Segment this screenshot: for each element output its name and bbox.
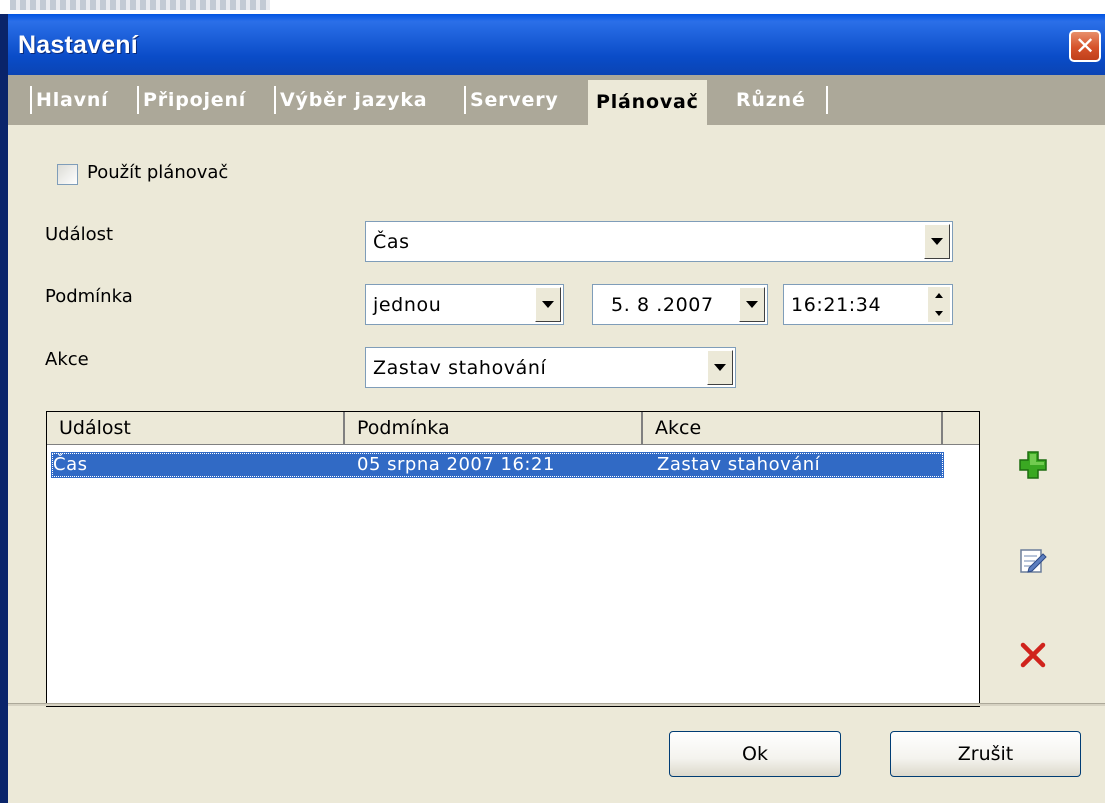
column-header-event[interactable]: Událost (47, 412, 345, 445)
use-scheduler-label: Použít plánovač (87, 162, 229, 183)
column-header-action[interactable]: Akce (643, 412, 943, 445)
close-icon: ✕ (1074, 32, 1096, 60)
tab-separator (274, 86, 276, 114)
row-event: Čas (53, 454, 88, 475)
chevron-down-icon[interactable] (739, 287, 765, 322)
event-label: Událost (45, 224, 114, 245)
column-header-condition[interactable]: Podmínka (345, 412, 643, 445)
spinner-arrows[interactable] (928, 287, 950, 322)
settings-dialog: Nastavení ✕ Hlavní Připojení Výběr jazyk… (0, 14, 1105, 803)
action-label: Akce (45, 349, 89, 370)
time-spinner[interactable]: 16:21:34 (783, 284, 953, 325)
tab-separator (464, 86, 466, 114)
action-select-value: Zastav stahování (373, 356, 547, 379)
background-text-remnant (10, 0, 270, 10)
tab-hlavni[interactable]: Hlavní (36, 83, 108, 118)
table-row[interactable]: Čas 05 srpna 2007 16:21 Zastav stahování (51, 452, 944, 478)
tab-strip: Hlavní Připojení Výběr jazyka Servery Pl… (8, 75, 1105, 125)
column-header-filler (943, 412, 979, 445)
action-select[interactable]: Zastav stahování (365, 347, 736, 388)
delete-icon[interactable] (1015, 637, 1051, 673)
row-condition: 05 srpna 2007 16:21 (357, 454, 555, 475)
use-scheduler-checkbox[interactable] (57, 164, 78, 185)
tab-pripojeni[interactable]: Připojení (143, 83, 246, 118)
schedule-table[interactable]: Událost Podmínka Akce Čas 05 srpna 2007 … (46, 411, 980, 707)
tab-vyber-jazyka[interactable]: Výběr jazyka (280, 83, 427, 118)
edit-icon[interactable] (1015, 542, 1051, 578)
date-picker[interactable]: 5. 8 .2007 (592, 284, 768, 325)
ok-button[interactable]: Ok (669, 731, 841, 777)
window-title: Nastavení (18, 31, 138, 59)
tab-planovac[interactable]: Plánovač (588, 80, 707, 125)
event-select-value: Čas (373, 230, 410, 253)
time-spinner-value: 16:21:34 (791, 293, 882, 316)
chevron-down-icon[interactable] (535, 287, 561, 322)
tab-separator (137, 86, 139, 114)
chevron-down-icon[interactable] (707, 350, 733, 385)
tab-ruzne[interactable]: Různé (736, 83, 806, 118)
tab-servery[interactable]: Servery (470, 83, 559, 118)
arrow-up-icon[interactable] (928, 287, 950, 305)
row-action: Zastav stahování (657, 454, 821, 475)
title-bar[interactable]: Nastavení ✕ (8, 14, 1105, 75)
tab-separator (826, 86, 828, 114)
add-icon[interactable] (1015, 447, 1051, 483)
chevron-down-icon[interactable] (924, 224, 950, 259)
close-button[interactable]: ✕ (1069, 30, 1101, 62)
tab-separator (30, 86, 32, 114)
arrow-down-icon[interactable] (928, 305, 950, 323)
event-select[interactable]: Čas (365, 221, 953, 262)
condition-label: Podmínka (45, 286, 133, 307)
cancel-button[interactable]: Zrušit (890, 731, 1081, 777)
date-picker-value: 5. 8 .2007 (611, 293, 714, 316)
condition-select-value: jednou (373, 293, 442, 316)
condition-select[interactable]: jednou (365, 284, 564, 325)
footer-divider (8, 703, 1105, 706)
